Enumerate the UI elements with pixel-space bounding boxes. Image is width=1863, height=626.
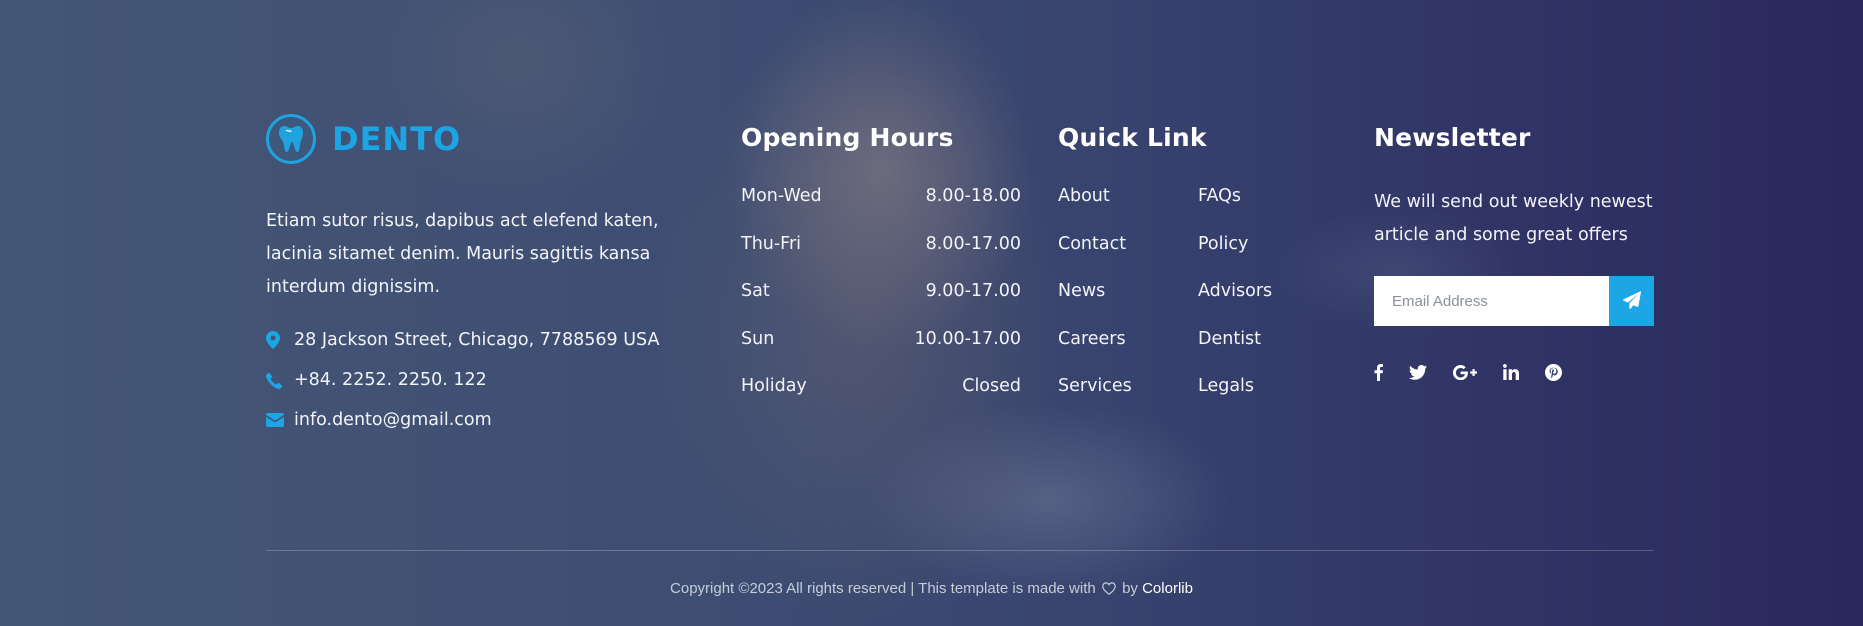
link-faqs[interactable]: FAQs	[1198, 184, 1318, 232]
contact-phone: +84. 2252. 2250. 122	[266, 360, 666, 400]
site-footer: DENTO Etiam sutor risus, dapibus act ele…	[0, 0, 1863, 626]
brand-column: DENTO Etiam sutor risus, dapibus act ele…	[266, 112, 666, 440]
link-about[interactable]: About	[1058, 184, 1198, 232]
email-input[interactable]	[1374, 276, 1609, 326]
hours-row: Holiday Closed	[741, 374, 1021, 422]
map-pin-icon	[266, 331, 294, 349]
contact-address: 28 Jackson Street, Chicago, 7788569 USA	[266, 320, 666, 360]
copyright-text: Copyright ©2023 All rights reserved | Th…	[670, 580, 1096, 597]
link-news[interactable]: News	[1058, 279, 1198, 327]
twitter-icon[interactable]	[1409, 360, 1427, 384]
hours-time: 9.00-17.00	[925, 281, 1021, 301]
newsletter-title: Newsletter	[1374, 123, 1531, 152]
link-careers[interactable]: Careers	[1058, 327, 1198, 375]
copyright-by: by	[1122, 580, 1138, 597]
quick-link-list: About FAQs Contact Policy News Advisors …	[1058, 184, 1318, 422]
link-services[interactable]: Services	[1058, 374, 1198, 422]
newsletter-form	[1374, 276, 1654, 326]
hours-time: 10.00-17.00	[914, 328, 1021, 349]
newsletter-text: We will send out weekly newest article a…	[1374, 192, 1653, 245]
brand-description: Etiam sutor risus, dapibus act elefend k…	[266, 211, 659, 297]
linkedin-icon[interactable]	[1503, 360, 1519, 384]
phone-text: +84. 2252. 2250. 122	[294, 370, 487, 390]
link-dentist[interactable]: Dentist	[1198, 327, 1318, 375]
link-contact[interactable]: Contact	[1058, 232, 1198, 280]
subscribe-button[interactable]	[1609, 276, 1654, 326]
phone-icon	[266, 372, 294, 389]
copyright: Copyright ©2023 All rights reserved | Th…	[0, 580, 1863, 599]
google-plus-icon[interactable]	[1453, 360, 1477, 384]
paper-plane-icon	[1622, 290, 1641, 312]
hours-day: Sun	[741, 328, 775, 349]
quick-link-column: Quick Link About FAQs Contact Policy New…	[1058, 112, 1318, 422]
hours-day: Sat	[741, 281, 770, 301]
hours-row: Mon-Wed 8.00-18.00	[741, 184, 1021, 232]
hours-time: 8.00-17.00	[925, 233, 1021, 254]
opening-hours-title: Opening Hours	[741, 123, 954, 152]
logo[interactable]: DENTO	[266, 112, 666, 166]
address-text: 28 Jackson Street, Chicago, 7788569 USA	[294, 330, 660, 350]
newsletter-column: Newsletter We will send out weekly newes…	[1374, 112, 1654, 384]
colorlib-link[interactable]: Colorlib	[1142, 580, 1193, 597]
hours-row: Sun 10.00-17.00	[741, 327, 1021, 375]
contact-info: 28 Jackson Street, Chicago, 7788569 USA …	[266, 320, 666, 440]
opening-hours-column: Opening Hours Mon-Wed 8.00-18.00 Thu-Fri…	[741, 112, 1021, 422]
footer-divider	[266, 550, 1654, 551]
quick-link-title: Quick Link	[1058, 123, 1207, 152]
hours-row: Thu-Fri 8.00-17.00	[741, 232, 1021, 280]
tooth-icon	[266, 114, 316, 164]
envelope-icon	[266, 413, 294, 427]
opening-hours-list: Mon-Wed 8.00-18.00 Thu-Fri 8.00-17.00 Sa…	[741, 184, 1021, 422]
hours-day: Holiday	[741, 376, 807, 396]
logo-text: DENTO	[332, 120, 462, 158]
link-advisors[interactable]: Advisors	[1198, 279, 1318, 327]
hours-row: Sat 9.00-17.00	[741, 279, 1021, 327]
social-links	[1374, 360, 1654, 384]
hours-time: Closed	[962, 376, 1021, 396]
contact-email: info.dento@gmail.com	[266, 400, 666, 440]
pinterest-icon[interactable]	[1545, 360, 1562, 384]
link-legals[interactable]: Legals	[1198, 374, 1318, 422]
email-text[interactable]: info.dento@gmail.com	[294, 410, 492, 430]
hours-day: Mon-Wed	[741, 186, 822, 206]
facebook-icon[interactable]	[1374, 360, 1383, 384]
hours-day: Thu-Fri	[741, 233, 802, 254]
link-policy[interactable]: Policy	[1198, 232, 1318, 280]
hours-time: 8.00-18.00	[925, 186, 1021, 206]
heart-icon	[1102, 582, 1116, 599]
